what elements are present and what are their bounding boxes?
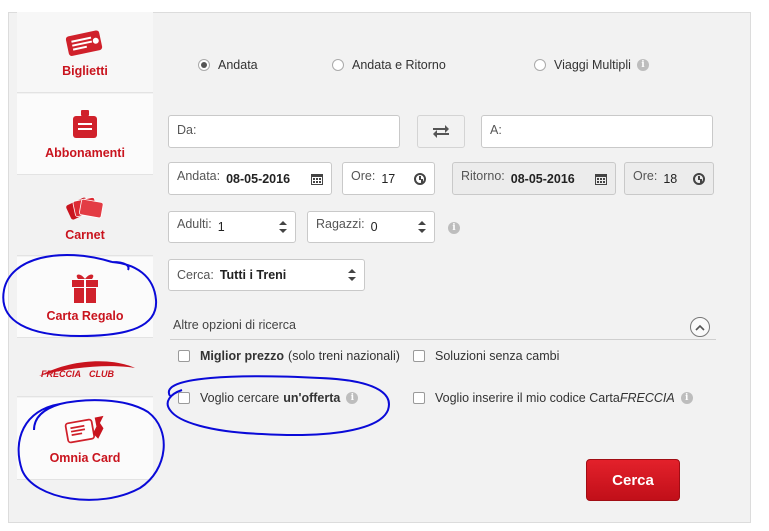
annotation-circle-offerta [166, 375, 390, 436]
annotation-overlay [2, 254, 390, 501]
annotation-circle-carta-regalo [2, 254, 158, 338]
annotation-circle-omnia-card [17, 399, 165, 501]
